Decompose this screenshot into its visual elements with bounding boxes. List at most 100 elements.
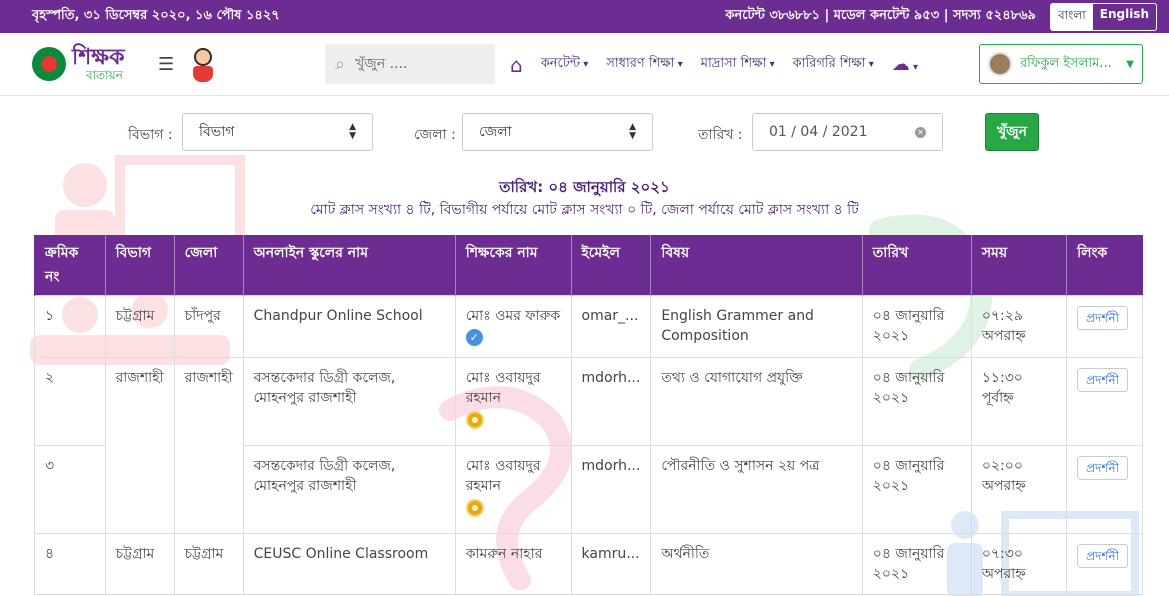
cell-link: প্রদর্শনী xyxy=(1066,357,1143,446)
nav-item-general-education[interactable]: সাধারণ শিক্ষা xyxy=(606,54,682,75)
teacher-name: মোঃ ওমর ফারুক xyxy=(465,308,561,324)
col-header-date: তারিখ xyxy=(861,235,972,296)
cell-link: প্রদর্শনী xyxy=(1066,533,1143,595)
cell-time: ১১:৩০ পূর্বাহ্ন xyxy=(970,357,1068,446)
summary-counts: মোট ক্লাস সংখ্যা ৪ টি, বিভাগীয় পর্যায়ে… xyxy=(310,202,859,218)
col-header-district: জেলা xyxy=(173,235,244,296)
search-icon[interactable]: ⌕ xyxy=(335,54,345,75)
main-nav: শিক্ষক বাতায়ন ☰ ⌕ ⌂ কনটেন্ট সাধারণ শিক্… xyxy=(0,33,1169,96)
cell-teacher: মোঃ ওমর ফারুক ✓ xyxy=(454,295,572,358)
division-select[interactable]: বিভাগ ▲ ▼ xyxy=(182,113,373,151)
col-header-teacher: শিক্ষকের নাম xyxy=(454,235,571,296)
logo-text: শিক্ষক বাতায়ন xyxy=(72,45,125,82)
search-box: ⌕ xyxy=(325,44,495,84)
col-header-time: সময় xyxy=(970,235,1067,296)
site-stats: কনটেন্ট ৩৮৬৮৮১ | মডেল কনটেন্ট ৯৫৩ | সদস্… xyxy=(725,8,1036,23)
cell-district: রাজশাহী xyxy=(173,357,244,534)
avatar xyxy=(988,52,1012,76)
cell-division: চট্টগ্রাম xyxy=(104,533,175,595)
cell-serial: ৪ xyxy=(34,533,106,595)
verified-check-icon: ✓ xyxy=(465,329,483,346)
col-header-subject: বিষয় xyxy=(650,235,863,296)
cell-time: ০২:০০ অপরাহ্ন xyxy=(970,445,1068,534)
cell-district: চট্টগ্রাম xyxy=(173,533,244,595)
cell-serial: ৩ xyxy=(34,445,106,534)
logo-line1: শিক্ষক xyxy=(72,45,125,70)
govt-emblem-icon xyxy=(32,47,66,81)
nav-item-technical-education[interactable]: কারিগরি শিক্ষা xyxy=(793,54,874,75)
cell-date: ০৪ জানুয়ারি ২০২১ xyxy=(861,533,972,595)
current-date: বৃহস্পতি, ৩১ ডিসেম্বর ২০২০, ১৬ পৌষ ১৪২৭ xyxy=(32,8,280,23)
cell-email: kamru... xyxy=(570,533,652,595)
lang-english-button[interactable]: English xyxy=(1092,3,1156,30)
language-switcher: বাংলা English xyxy=(1050,2,1157,31)
table-header-row: ক্রমিক নং বিভাগ জেলা অনলাইন স্কুলের নাম … xyxy=(34,235,1143,296)
cell-teacher: মোঃ ওবায়দুর রহমান xyxy=(454,445,572,534)
logo-line2: বাতায়ন xyxy=(86,68,123,82)
lang-bangla-button[interactable]: বাংলা xyxy=(1051,3,1093,30)
filter-bar: বিভাগ : বিভাগ ▲ ▼ জেলা : জেলা ▲ ▼ তারিখ : … xyxy=(0,113,1169,151)
select-arrows-icon: ▲ ▼ xyxy=(349,122,356,141)
cell-subject: পৌরনীতি ও সুশাসন ২য় পত্র xyxy=(650,445,863,534)
upload-cloud-icon[interactable]: ☁ xyxy=(892,54,918,75)
cell-district: চাঁদপুর xyxy=(173,295,244,358)
user-name: রফিকুল ইসলাম... xyxy=(1020,55,1112,71)
district-selected-value: জেলা xyxy=(479,124,512,140)
view-link-button[interactable]: প্রদর্শনী xyxy=(1077,456,1129,480)
view-link-button[interactable]: প্রদর্শনী xyxy=(1077,544,1129,568)
date-label: তারিখ : xyxy=(698,127,743,143)
division-label: বিভাগ : xyxy=(128,127,173,143)
col-header-school: অনলাইন স্কুলের নাম xyxy=(242,235,456,296)
nav-item-madrasa-education[interactable]: মাদ্রাসা শিক্ষা xyxy=(701,54,775,75)
division-selected-value: বিভাগ xyxy=(199,124,235,140)
cell-time: ০৭:৩০ অপরাহ্ন xyxy=(970,533,1068,595)
clear-icon[interactable]: ✕ xyxy=(915,126,926,138)
chevron-down-icon: ▼ xyxy=(1126,58,1134,70)
home-icon[interactable]: ⌂ xyxy=(510,53,523,77)
medal-badge-icon xyxy=(465,411,484,429)
col-header-link: লিংক xyxy=(1066,235,1143,296)
col-header-division: বিভাগ xyxy=(104,235,175,296)
cell-division: রাজশাহী xyxy=(104,357,175,534)
nav-menu: ⌂ কনটেন্ট সাধারণ শিক্ষা মাদ্রাসা শিক্ষা … xyxy=(510,33,918,96)
district-select[interactable]: জেলা ▲ ▼ xyxy=(462,113,653,151)
cell-serial: ২ xyxy=(34,357,106,446)
nav-item-content[interactable]: কনটেন্ট xyxy=(541,54,589,75)
teacher-name: মোঃ ওবায়দুর রহমান xyxy=(465,458,541,494)
cell-school: বসন্তকেদার ডিগ্রী কলেজ, মোহনপুর রাজশাহী xyxy=(242,445,456,534)
date-input[interactable]: 01 / 04 / 2021 ✕ xyxy=(752,113,943,151)
col-header-email: ইমেইল xyxy=(570,235,651,296)
cell-school: CEUSC Online Classroom xyxy=(242,533,456,595)
table-row: ১ চট্টগ্রাম চাঁদপুর Chandpur Online Scho… xyxy=(34,295,1143,358)
hamburger-menu-icon[interactable]: ☰ xyxy=(158,54,182,75)
table-row: ২ রাজশাহী রাজশাহী বসন্তকেদার ডিগ্রী কলেজ… xyxy=(34,357,1143,534)
cell-date: ০৪ জানুয়ারি ২০২১ xyxy=(861,295,972,358)
cell-serial: ১ xyxy=(34,295,106,358)
view-link-button[interactable]: প্রদর্শনী xyxy=(1077,306,1129,330)
cell-subject: অর্থনীতি xyxy=(650,533,863,595)
cell-subject: English Grammer and Composition xyxy=(650,295,863,358)
cell-school: Chandpur Online School xyxy=(242,295,456,358)
top-bar: বৃহস্পতি, ৩১ ডিসেম্বর ২০২০, ১৬ পৌষ ১৪২৭ … xyxy=(0,0,1169,33)
medal-badge-icon xyxy=(465,499,484,517)
cell-link: প্রদর্শনী xyxy=(1066,445,1143,534)
teacher-name: কামরুন নাহার xyxy=(465,546,543,562)
cell-division: চট্টগ্রাম xyxy=(104,295,175,358)
search-input[interactable] xyxy=(355,56,466,72)
cell-link: প্রদর্শনী xyxy=(1066,295,1143,358)
cell-date: ০৪ জানুয়ারি ২০২১ xyxy=(861,445,972,534)
cell-email: mdorh... xyxy=(570,445,652,534)
cell-school: বসন্তকেদার ডিগ্রী কলেজ, মোহনপুর রাজশাহী xyxy=(242,357,456,446)
cell-date: ০৪ জানুয়ারি ২০২১ xyxy=(861,357,972,446)
cell-email: omar_... xyxy=(570,295,652,358)
select-arrows-icon: ▲ ▼ xyxy=(629,122,636,141)
mascot-icon xyxy=(188,42,218,86)
search-button[interactable]: খুঁজুন xyxy=(985,113,1039,151)
view-link-button[interactable]: প্রদর্শনী xyxy=(1077,368,1129,392)
cell-teacher: কামরুন নাহার xyxy=(454,533,572,595)
top-bar-right: কনটেন্ট ৩৮৬৮৮১ | মডেল কনটেন্ট ৯৫৩ | সদস্… xyxy=(725,2,1157,31)
col-header-serial: ক্রমিক নং xyxy=(34,235,106,296)
district-label: জেলা : xyxy=(414,127,456,143)
teacher-name: মোঃ ওবায়দুর রহমান xyxy=(465,370,541,406)
user-menu[interactable]: রফিকুল ইসলাম... ▼ xyxy=(979,44,1143,84)
